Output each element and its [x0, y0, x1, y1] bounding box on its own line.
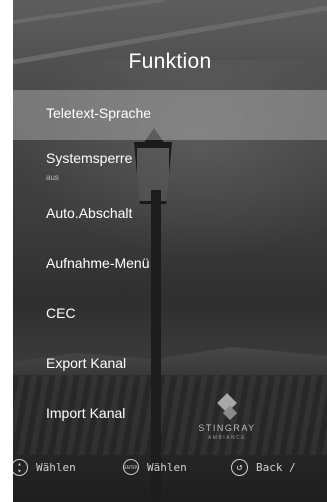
- menu-item-auto-abschalt[interactable]: Auto.Abschalt: [13, 190, 327, 240]
- hint-back-label: Back /: [256, 461, 296, 474]
- hint-enter-label: Wählen: [147, 460, 187, 474]
- enter-button-icon: ENTER: [123, 459, 139, 475]
- menu-item-teletext-sprache[interactable]: Teletext-Sprache: [13, 90, 327, 140]
- menu-item-label: Auto.Abschalt: [46, 205, 133, 221]
- logo-brand-text: STINGRAY: [198, 423, 256, 433]
- menu-item-cec[interactable]: CEC: [13, 290, 327, 340]
- menu-item-export-kanal[interactable]: Export Kanal: [13, 340, 327, 390]
- menu-item-label: Export Kanal: [46, 355, 127, 371]
- menu-item-systemsperre[interactable]: Systemsperre aus: [13, 140, 327, 190]
- menu-item-label: CEC: [46, 305, 76, 321]
- hint-navigate-label: Wählen: [36, 461, 76, 474]
- hint-navigate: ▴ ▾ Wählen: [13, 459, 76, 476]
- menu-item-aufnahme-menu[interactable]: Aufnahme-Menü: [13, 240, 327, 290]
- menu-item-label: Teletext-Sprache: [46, 105, 152, 121]
- back-arrow-icon: ↺: [231, 459, 248, 476]
- footer-hints: ▴ ▾ Wählen ENTER Wählen ↺ Back /: [13, 452, 327, 482]
- menu-item-label: Aufnahme-Menü: [46, 255, 150, 271]
- logo-sub-brand-text: AMBIANCE: [207, 435, 247, 441]
- hint-enter: ENTER Wählen: [123, 459, 187, 475]
- function-menu: Teletext-Sprache Systemsperre aus Auto.A…: [13, 90, 327, 440]
- hint-back: ↺ Back /: [231, 459, 296, 476]
- menu-item-value: aus: [46, 173, 59, 182]
- tv-screen: Funktion Teletext-Sprache Systemsperre a…: [13, 0, 327, 502]
- menu-item-label: Import Kanal: [46, 405, 126, 421]
- up-down-navigation-icon: ▴ ▾: [13, 459, 28, 476]
- menu-title: Funktion: [128, 50, 212, 73]
- menu-item-label: Systemsperre: [46, 150, 133, 166]
- stingray-logo: STINGRAY AMBIANCE: [189, 393, 269, 450]
- menu-item-import-kanal[interactable]: Import Kanal: [13, 390, 327, 440]
